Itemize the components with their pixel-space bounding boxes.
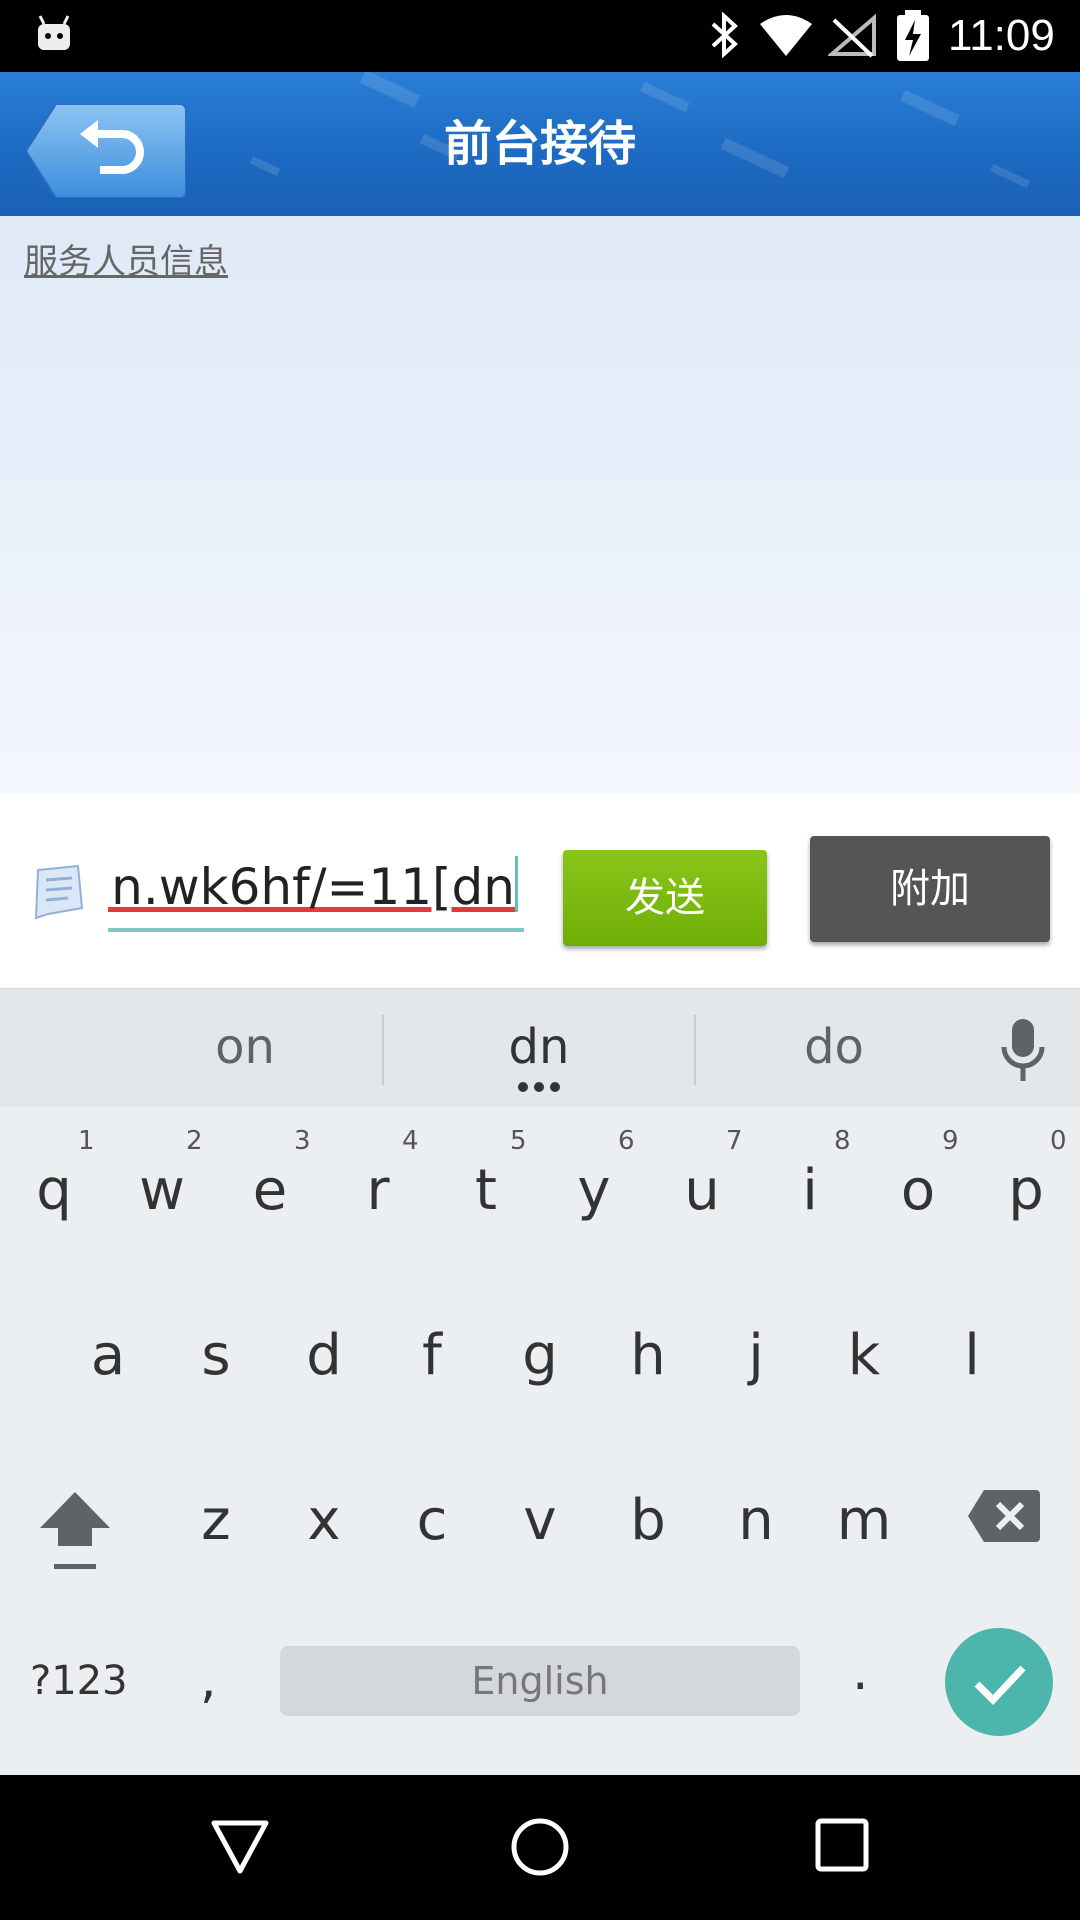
key-hint-5: 5 (510, 1126, 527, 1156)
key-hint-9: 9 (942, 1126, 959, 1156)
key-hint-2: 2 (186, 1126, 203, 1156)
wifi-icon (760, 15, 812, 56)
checkmark-icon (974, 1665, 1026, 1706)
navigation-bar (0, 1775, 1080, 1920)
key-p[interactable]: p (972, 1158, 1080, 1223)
key-hint-1: 1 (78, 1126, 95, 1156)
message-input[interactable]: 5n.wk6hf/=11[dn (108, 852, 524, 932)
text-cursor (515, 856, 518, 912)
key-h[interactable]: h (594, 1323, 702, 1388)
suggestion-2[interactable]: dn (439, 1019, 639, 1075)
key-j[interactable]: j (702, 1323, 810, 1388)
soft-keyboard: on dn do q w e r t y u i o p 1 2 3 4 5 6… (0, 988, 1080, 1775)
key-c[interactable]: c (378, 1488, 486, 1553)
key-t[interactable]: t (432, 1158, 540, 1223)
key-hint-8: 8 (834, 1126, 851, 1156)
key-q[interactable]: q (0, 1158, 108, 1223)
key-x[interactable]: x (270, 1488, 378, 1553)
key-v[interactable]: v (486, 1488, 594, 1553)
comma-key[interactable]: , (200, 1650, 217, 1710)
key-b[interactable]: b (594, 1488, 702, 1553)
key-hint-3: 3 (294, 1126, 311, 1156)
key-e[interactable]: e (216, 1158, 324, 1223)
status-time: 11:09 (948, 11, 1055, 60)
more-suggestions-icon (518, 1082, 560, 1092)
backspace-key-icon[interactable] (966, 1488, 1042, 1544)
key-d[interactable]: d (270, 1323, 378, 1388)
key-hint-4: 4 (402, 1126, 419, 1156)
suggestion-1[interactable]: on (145, 1019, 345, 1075)
back-triangle-icon[interactable] (208, 1815, 272, 1879)
key-g[interactable]: g (486, 1323, 594, 1388)
chat-content-area: 服务人员信息 (0, 216, 1080, 794)
key-k[interactable]: k (810, 1323, 918, 1388)
key-w[interactable]: w (108, 1158, 216, 1223)
key-hint-0: 0 (1050, 1126, 1067, 1156)
suggestion-divider (694, 1015, 696, 1085)
recents-square-icon[interactable] (814, 1817, 870, 1873)
key-s[interactable]: s (162, 1323, 270, 1388)
staff-info-link[interactable]: 服务人员信息 (24, 234, 228, 283)
bluetooth-icon (711, 12, 738, 58)
key-o[interactable]: o (864, 1158, 972, 1223)
space-bar[interactable]: English (280, 1646, 800, 1716)
microphone-icon[interactable] (998, 1017, 1048, 1083)
message-input-value: 5n.wk6hf/=11[dn (108, 858, 515, 916)
status-bar: 11:09 (0, 0, 1080, 72)
key-hint-7: 7 (726, 1126, 743, 1156)
suggestion-divider (382, 1015, 384, 1085)
symbols-key[interactable]: ?123 (30, 1658, 128, 1704)
key-m[interactable]: m (810, 1488, 918, 1553)
send-button[interactable]: 发送 (563, 850, 767, 946)
key-i[interactable]: i (756, 1158, 864, 1223)
period-key[interactable]: . (852, 1642, 869, 1702)
key-a[interactable]: a (54, 1323, 162, 1388)
shift-key-icon[interactable] (36, 1488, 114, 1572)
battery-charging-icon (897, 10, 929, 61)
no-signal-icon (828, 14, 876, 58)
key-f[interactable]: f (378, 1323, 486, 1388)
suggestion-strip: on dn do (0, 988, 1080, 1107)
key-hint-6: 6 (618, 1126, 635, 1156)
key-l[interactable]: l (918, 1323, 1026, 1388)
header-bar: 前台接待 (0, 72, 1080, 216)
key-n[interactable]: n (702, 1488, 810, 1553)
key-z[interactable]: z (162, 1488, 270, 1553)
note-icon[interactable] (28, 864, 88, 922)
key-y[interactable]: y (540, 1158, 648, 1223)
message-input-bar: 5n.wk6hf/=11[dn 发送 附加 (0, 794, 1080, 988)
suggestion-3[interactable]: do (734, 1019, 934, 1075)
attach-button[interactable]: 附加 (810, 836, 1050, 942)
enter-key[interactable] (945, 1628, 1053, 1736)
android-notification-icon (38, 15, 70, 50)
page-title: 前台接待 (443, 116, 636, 172)
key-r[interactable]: r (324, 1158, 432, 1223)
home-circle-icon[interactable] (508, 1815, 572, 1879)
key-u[interactable]: u (648, 1158, 756, 1223)
